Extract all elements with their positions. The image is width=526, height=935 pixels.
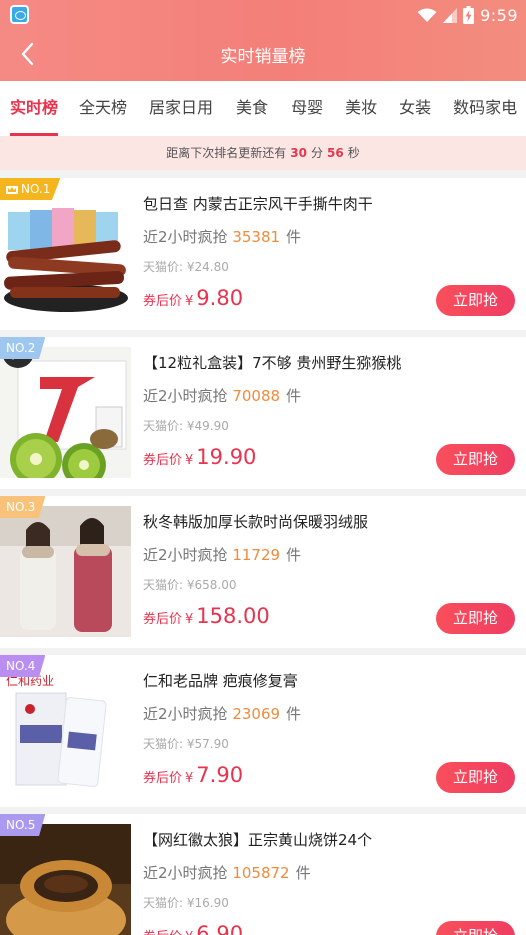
tab-realtime[interactable]: 实时榜 (10, 81, 59, 136)
price-label: 券后价 (143, 294, 183, 309)
sold-unit: 件 (295, 864, 311, 882)
product-image-kiwi[interactable]: 7 (0, 347, 131, 478)
buy-now-button[interactable]: 立即抢 (436, 603, 515, 634)
sold-count: 11729 (232, 546, 281, 564)
sold-prefix: 近2小时疯抢 (143, 546, 228, 564)
sold-prefix: 近2小时疯抢 (143, 228, 228, 246)
coupon-price: 券后价 ¥19.90 (143, 445, 256, 469)
product-image-scar-cream[interactable]: 仁和药业 (0, 665, 131, 796)
tab-beauty[interactable]: 美妆 (345, 81, 377, 136)
rank-badge: NO.5 (0, 814, 46, 836)
app-notification-icon (10, 5, 29, 24)
ranking-countdown: 距离下次排名更新还有 30 分 56 秒 (0, 136, 526, 170)
tmall-price: 天猫价: ¥16.90 (143, 896, 229, 910)
countdown-sec-unit: 秒 (347, 146, 360, 160)
tab-digital[interactable]: 数码家电 (453, 81, 517, 136)
tmall-price: 天猫价: ¥24.80 (143, 260, 229, 274)
price-value: 158.00 (196, 604, 270, 628)
status-time: 9:59 (480, 5, 518, 25)
sold-prefix: 近2小时疯抢 (143, 864, 228, 882)
product-sold: 近2小时疯抢 23069 件 (143, 703, 301, 724)
sold-prefix: 近2小时疯抢 (143, 705, 228, 723)
tab-all-day[interactable]: 全天榜 (79, 81, 127, 136)
buy-now-button[interactable]: 立即抢 (436, 762, 515, 793)
tab-household[interactable]: 居家日用 (149, 81, 213, 136)
product-title[interactable]: 【网红徽太狼】正宗黄山烧饼24个 (143, 829, 513, 850)
currency-symbol: ¥ (185, 612, 194, 627)
sold-prefix: 近2小时疯抢 (143, 387, 228, 405)
buy-now-button[interactable]: 立即抢 (436, 921, 515, 935)
product-image-sesame-cake[interactable] (0, 824, 131, 935)
product-image-beef-jerky[interactable] (0, 188, 131, 319)
product-sold: 近2小时疯抢 11729 件 (143, 544, 301, 565)
sold-unit: 件 (286, 705, 302, 723)
buy-now-button[interactable]: 立即抢 (436, 285, 515, 316)
price-value: 7.90 (196, 763, 244, 787)
product-card[interactable]: 7 NO.2 【12粒礼盒装】7不够 贵州野生猕猴桃 近2小时疯抢 70088 件… (0, 337, 526, 489)
tab-food[interactable]: 美食 (236, 81, 268, 136)
tmall-price: 天猫价: ¥658.00 (143, 578, 237, 592)
category-tabs: 实时榜 全天榜 居家日用 美食 母婴 美妆 女装 数码家电 (0, 81, 526, 136)
tab-baby[interactable]: 母婴 (291, 81, 323, 136)
currency-symbol: ¥ (185, 294, 194, 309)
price-label: 券后价 (143, 771, 183, 786)
battery-charging-icon (463, 6, 475, 24)
product-title[interactable]: 仁和老品牌 疤痕修复膏 (143, 670, 513, 691)
tmall-price: 天猫价: ¥49.90 (143, 419, 229, 433)
price-value: 6.90 (196, 922, 244, 935)
product-card[interactable]: 仁和药业 NO.4 仁和老品牌 疤痕修复膏 近2小时疯抢 23069 件 天猫价:… (0, 655, 526, 807)
countdown-min-unit: 分 (310, 146, 323, 160)
countdown-minutes: 30 (290, 146, 307, 160)
product-title[interactable]: 包日查 内蒙古正宗风干手撕牛肉干 (143, 193, 513, 214)
signal-icon (443, 7, 458, 23)
product-card[interactable]: NO.1 包日查 内蒙古正宗风干手撕牛肉干 近2小时疯抢 35381 件 天猫价:… (0, 178, 526, 330)
sold-count: 35381 (232, 228, 281, 246)
coupon-price: 券后价 ¥7.90 (143, 763, 243, 787)
rank-badge: NO.2 (0, 337, 46, 359)
product-sold: 近2小时疯抢 35381 件 (143, 226, 301, 247)
currency-symbol: ¥ (185, 453, 194, 468)
currency-symbol: ¥ (185, 930, 193, 935)
sold-count: 105872 (232, 864, 290, 882)
product-title[interactable]: 【12粒礼盒装】7不够 贵州野生猕猴桃 (143, 352, 513, 373)
status-bar: 9:59 (0, 0, 526, 30)
product-title[interactable]: 秋冬韩版加厚长款时尚保暖羽绒服 (143, 511, 513, 532)
app-screen: 9:59 实时销量榜 实时榜 全天榜 居家日用 美食 母婴 美妆 女装 数码家电… (0, 0, 526, 935)
sold-unit: 件 (286, 546, 302, 564)
price-label: 券后价 (143, 612, 183, 627)
page-title: 实时销量榜 (220, 47, 306, 67)
status-icons: 9:59 (417, 4, 518, 26)
tab-womens-wear[interactable]: 女装 (399, 81, 431, 136)
rank-badge: NO.1 (0, 178, 61, 200)
countdown-seconds: 56 (327, 146, 344, 160)
buy-now-button[interactable]: 立即抢 (436, 444, 515, 475)
crown-icon (6, 186, 18, 194)
sold-unit: 件 (286, 228, 302, 246)
product-sold: 近2小时疯抢 70088 件 (143, 385, 301, 406)
countdown-prefix: 距离下次排名更新还有 (166, 146, 287, 160)
wifi-icon (417, 8, 437, 22)
coupon-price: 券后价¥6.90 (143, 922, 243, 935)
coupon-price: 券后价 ¥9.80 (143, 286, 243, 310)
header-bar: 9:59 实时销量榜 (0, 0, 526, 81)
sold-count: 70088 (232, 387, 281, 405)
rank-badge: NO.3 (0, 496, 46, 518)
price-label: 券后价 (143, 453, 183, 468)
rank-badge: NO.4 (0, 655, 46, 677)
price-value: 9.80 (196, 286, 244, 310)
currency-symbol: ¥ (185, 771, 194, 786)
product-card[interactable]: NO.3 秋冬韩版加厚长款时尚保暖羽绒服 近2小时疯抢 11729 件 天猫价: … (0, 496, 526, 648)
coupon-price: 券后价 ¥158.00 (143, 604, 270, 628)
sold-unit: 件 (286, 387, 302, 405)
product-sold: 近2小时疯抢 105872 件 (143, 862, 311, 883)
product-card[interactable]: NO.5 【网红徽太狼】正宗黄山烧饼24个 近2小时疯抢 105872 件 天猫价… (0, 814, 526, 935)
price-label: 券后价 (143, 930, 182, 935)
price-value: 19.90 (196, 445, 257, 469)
product-image-down-jacket[interactable] (0, 506, 131, 637)
sold-count: 23069 (232, 705, 281, 723)
tmall-price: 天猫价: ¥57.90 (143, 737, 229, 751)
rank-label: NO.1 (21, 182, 51, 196)
